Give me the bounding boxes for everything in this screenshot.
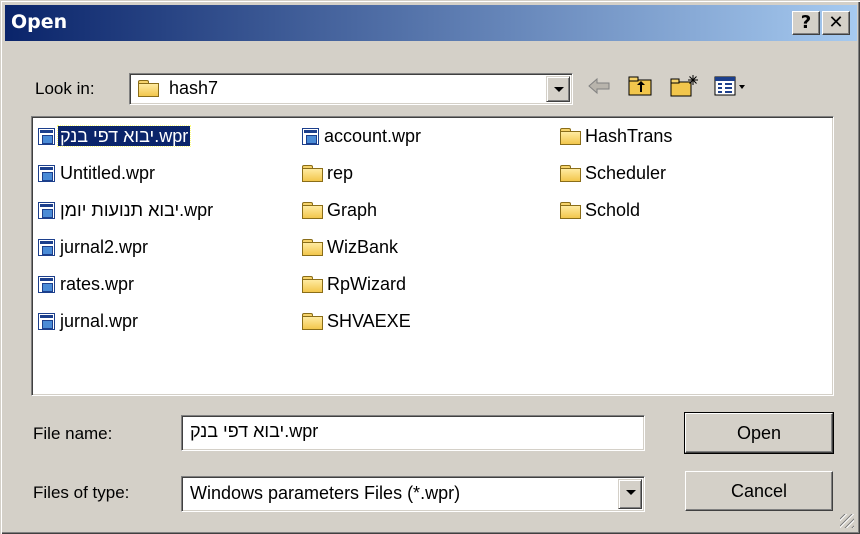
folder-icon: [560, 165, 581, 182]
look-in-value-wrap: hash7: [138, 78, 218, 99]
open-button[interactable]: Open: [684, 412, 834, 454]
list-item[interactable]: jurnal.wpr: [38, 310, 140, 334]
list-item[interactable]: Scheduler: [560, 162, 668, 186]
list-item[interactable]: WizBank: [302, 236, 400, 260]
file-type-value: Windows parameters Files (*.wpr): [190, 483, 461, 503]
list-item[interactable]: RpWizard: [302, 273, 408, 297]
list-item[interactable]: Graph: [302, 199, 379, 223]
look-in-value: hash7: [169, 78, 219, 98]
cancel-button[interactable]: Cancel: [685, 471, 833, 511]
folder-icon: [302, 239, 323, 256]
folder-icon: [302, 202, 323, 219]
look-in-dropdown-button[interactable]: [546, 76, 570, 102]
list-item[interactable]: jurnal2.wpr: [38, 236, 150, 260]
look-in-combo[interactable]: hash7: [129, 73, 573, 105]
file-name-field[interactable]: יבוא דפי בנק.wpr: [181, 415, 645, 451]
file-name-label: File name:: [33, 424, 113, 443]
list-item[interactable]: rep: [302, 162, 355, 186]
list-item[interactable]: account.wpr: [302, 125, 423, 149]
look-in-label: Look in:: [35, 79, 95, 98]
open-dialog: Open ? ✕ Look in: hash7 יבוא דפי בנק.wpr: [0, 0, 860, 534]
list-item[interactable]: Schold: [560, 199, 642, 223]
file-name-value: יבוא דפי בנק.wpr: [190, 421, 319, 441]
folder-icon: [560, 128, 581, 145]
folder-icon: [302, 276, 323, 293]
folder-icon: [560, 202, 581, 219]
help-button[interactable]: ?: [792, 11, 820, 35]
file-type-label: Files of type:: [33, 483, 130, 502]
window-title: Open: [11, 11, 68, 33]
list-item[interactable]: rates.wpr: [38, 273, 136, 297]
view-menu-icon[interactable]: [713, 74, 749, 98]
wpr-file-icon: [302, 128, 319, 145]
resize-grip-icon[interactable]: [840, 514, 854, 528]
title-bar[interactable]: Open ? ✕: [5, 5, 857, 41]
file-list[interactable]: יבוא דפי בנק.wpr Untitled.wpr יבוא תנועו…: [31, 116, 834, 396]
list-item[interactable]: SHVAEXE: [302, 310, 413, 334]
list-item[interactable]: יבוא דפי בנק.wpr: [38, 125, 192, 149]
folder-icon: [302, 313, 323, 330]
wpr-file-icon: [38, 128, 55, 145]
folder-icon: [302, 165, 323, 182]
wpr-file-icon: [38, 202, 55, 219]
list-item[interactable]: HashTrans: [560, 125, 674, 149]
file-type-combo[interactable]: Windows parameters Files (*.wpr): [181, 476, 645, 512]
wpr-file-icon: [38, 276, 55, 293]
list-item[interactable]: Untitled.wpr: [38, 162, 157, 186]
up-folder-icon[interactable]: [627, 74, 655, 98]
list-item[interactable]: יבוא תנועות יומן.wpr: [38, 199, 215, 223]
close-button[interactable]: ✕: [822, 11, 850, 35]
folder-icon: [138, 80, 159, 97]
new-folder-icon[interactable]: [669, 74, 699, 98]
wpr-file-icon: [38, 165, 55, 182]
back-arrow-icon[interactable]: [585, 74, 613, 98]
file-type-dropdown-button[interactable]: [618, 479, 642, 509]
wpr-file-icon: [38, 313, 55, 330]
wpr-file-icon: [38, 239, 55, 256]
